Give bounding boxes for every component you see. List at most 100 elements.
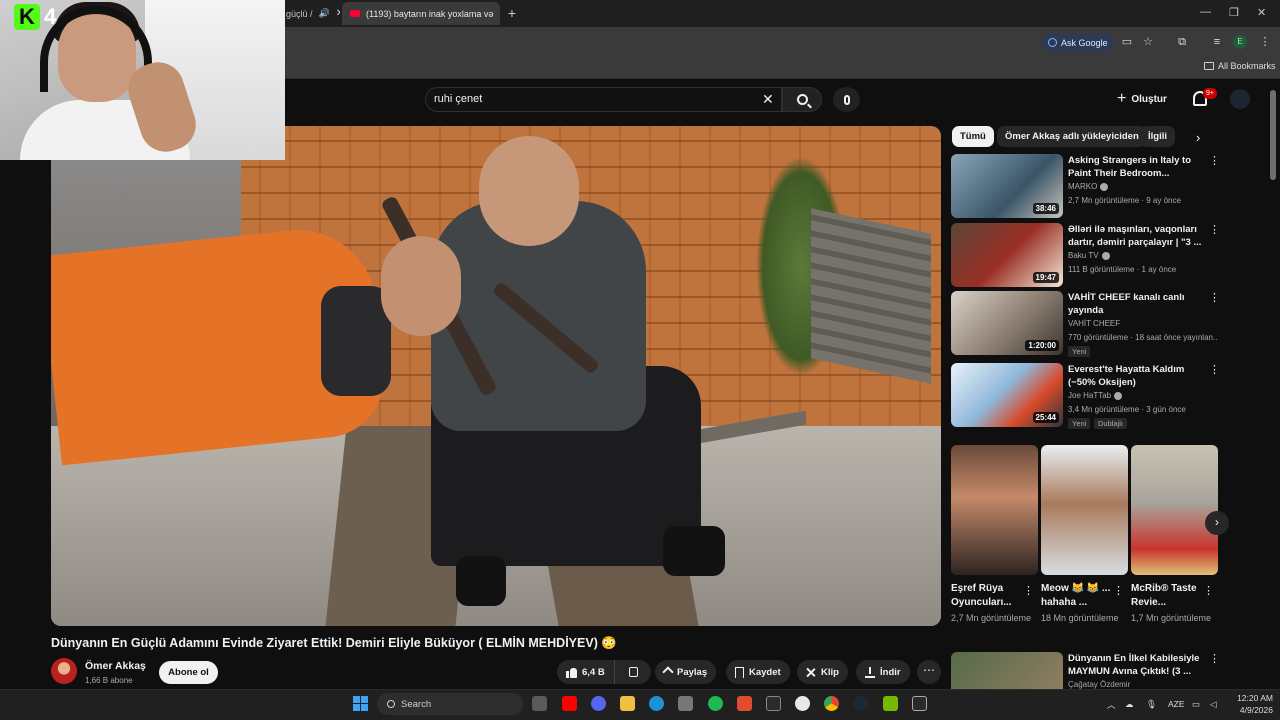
short-title[interactable]: Eşref Rüya Oyuncuları... [951, 582, 1023, 610]
short-thumbnail[interactable] [1041, 445, 1128, 575]
chip-from-uploader[interactable]: Ömer Akkaş adlı yükleyiciden [997, 126, 1147, 147]
taskbar-search[interactable]: Search [377, 693, 523, 715]
reading-list-icon[interactable]: ≡ [1211, 36, 1223, 48]
short-title[interactable]: McRib® Taste Revie... [1131, 582, 1203, 610]
close-window-icon[interactable]: ✕ [1257, 6, 1266, 19]
more-options-icon[interactable]: ⋮ [1209, 225, 1220, 236]
spotify-icon[interactable] [708, 696, 723, 711]
epic-games-icon[interactable] [912, 696, 927, 711]
recommendation-title[interactable]: Dünyanın En İlkel Kabilesiyle MAYMUN Avı… [1068, 652, 1208, 678]
recommendation-channel[interactable]: MARKO [1068, 182, 1109, 191]
channel-label: VAHİT CHEEF [1068, 319, 1121, 328]
video-thumbnail[interactable]: 25:44 [951, 363, 1063, 427]
more-options-icon[interactable]: ⋮ [1023, 584, 1034, 597]
recommendation-channel[interactable]: Çağatay Özdemir [1068, 680, 1130, 689]
channel-name[interactable]: Ömer Akkaş [85, 660, 146, 672]
channel-avatar[interactable] [51, 658, 77, 684]
browser-tab-1[interactable]: güçlü / 🔊 ✕ [278, 2, 340, 25]
subscribe-button[interactable]: Abone ol [159, 661, 218, 684]
short-title[interactable]: Meow 😹 😹 ... hahaha ... [1041, 582, 1113, 610]
video-player[interactable] [51, 126, 941, 626]
bookmark-star-icon[interactable]: ☆ [1142, 36, 1154, 48]
google-lens-icon [1048, 38, 1057, 47]
nvidia-icon[interactable] [883, 696, 898, 711]
recommendation-title[interactable]: VAHİT CHEEF kanalı canlı yayında [1068, 291, 1208, 317]
more-options-icon[interactable]: ⋮ [1209, 654, 1220, 665]
all-bookmarks-button[interactable]: All Bookmarks [1204, 61, 1276, 71]
tray-chevron-icon[interactable]: ︿ [1107, 699, 1116, 711]
search-button[interactable] [782, 87, 822, 112]
short-thumbnail[interactable] [1131, 445, 1218, 575]
app-icon-w[interactable] [737, 696, 752, 711]
chevron-right-icon[interactable]: › [1196, 131, 1200, 144]
chrome-icon[interactable] [824, 696, 839, 711]
recommendation-item[interactable]: 38:46 Asking Strangers in Italy to Paint… [951, 154, 1223, 218]
steam-icon[interactable] [853, 696, 868, 711]
download-button[interactable]: İndir [856, 660, 910, 684]
edge-browser-icon[interactable] [649, 696, 664, 711]
more-options-icon[interactable]: ⋮ [1203, 584, 1214, 597]
clip-button[interactable]: Klip [797, 660, 848, 684]
taskbar-clock[interactable]: 12:20 AM 4/9/2026 [1229, 692, 1273, 716]
recommendation-title[interactable]: Asking Strangers in Italy to Paint Their… [1068, 154, 1208, 180]
microphone-tray-icon[interactable]: 🎙 [1146, 699, 1157, 710]
clear-search-icon[interactable]: ✕ [762, 90, 774, 108]
recommendation-item[interactable]: 1:20:00 VAHİT CHEEF kanalı canlı yayında… [951, 291, 1223, 357]
browser-tab-2[interactable]: (1193) baytarın inak yoxlama və ✕ [342, 2, 500, 25]
chip-all[interactable]: Tümü [952, 126, 994, 147]
app-icon-dark[interactable] [766, 696, 781, 711]
recommendation-item[interactable]: 19:47 Əlləri ilə maşınları, vaqonları da… [951, 223, 1223, 287]
like-button[interactable]: 6,4 B [557, 660, 615, 684]
save-button[interactable]: Kaydet [726, 660, 790, 684]
close-tab-icon[interactable]: ✕ [336, 8, 340, 19]
video-thumbnail[interactable]: 19:47 [951, 223, 1063, 287]
task-view-icon[interactable] [532, 696, 547, 711]
more-options-icon[interactable]: ⋮ [1113, 584, 1124, 597]
restore-icon[interactable]: ❐ [1229, 6, 1239, 19]
store-icon[interactable] [678, 696, 693, 711]
more-actions-button[interactable]: ⋯ [917, 660, 941, 684]
short-item[interactable]: McRib® Taste Revie... 1,7 Mn görüntüleme… [1131, 445, 1218, 625]
share-button[interactable]: Paylaş [655, 660, 717, 684]
chevron-right-icon[interactable]: › [1205, 511, 1229, 535]
cast-icon[interactable]: ▭ [1121, 36, 1133, 48]
minimize-icon[interactable]: — [1200, 6, 1211, 18]
recommendation-title[interactable]: Əlləri ilə maşınları, vaqonları dartır, … [1068, 223, 1208, 249]
recommendation-item[interactable]: 25:44 Everest'te Hayatta Kaldım (−50% Ok… [951, 363, 1223, 429]
short-thumbnail[interactable] [951, 445, 1038, 575]
recommendation-channel[interactable]: Baku TV [1068, 251, 1110, 260]
network-icon[interactable]: ▭ [1192, 699, 1200, 710]
recommendation-item[interactable]: Dünyanın En İlkel Kabilesiyle MAYMUN Avı… [951, 652, 1223, 689]
more-options-icon[interactable]: ⋮ [1209, 156, 1220, 167]
video-thumbnail[interactable]: 38:46 [951, 154, 1063, 218]
recommendation-channel[interactable]: VAHİT CHEEF [1068, 319, 1120, 328]
chip-related[interactable]: İlgili [1140, 126, 1175, 147]
new-tab-button[interactable]: + [505, 5, 519, 21]
video-thumbnail[interactable] [951, 652, 1063, 689]
video-thumbnail[interactable]: 1:20:00 [951, 291, 1063, 355]
more-options-icon[interactable]: ⋮ [1209, 293, 1220, 304]
menu-dots-icon[interactable]: ⋮ [1259, 36, 1271, 48]
dislike-button[interactable] [620, 660, 647, 684]
recommendation-title[interactable]: Everest'te Hayatta Kaldım (−50% Oksijen) [1068, 363, 1208, 389]
file-explorer-icon[interactable] [620, 696, 635, 711]
discord-icon[interactable] [591, 696, 606, 711]
close-tab-icon[interactable]: ✕ [499, 8, 500, 19]
page-scrollbar[interactable] [1270, 90, 1276, 180]
more-options-icon[interactable]: ⋮ [1209, 365, 1220, 376]
recommendation-channel[interactable]: Joe HaTTab [1068, 391, 1123, 400]
ask-google-button[interactable]: Ask Google [1042, 34, 1114, 51]
language-indicator[interactable]: AZE [1168, 699, 1185, 709]
create-button[interactable]: + Oluştur [1117, 89, 1167, 109]
obs-icon[interactable] [795, 696, 810, 711]
youtube-app-icon[interactable] [562, 696, 577, 711]
cloud-icon[interactable]: ☁ [1125, 699, 1134, 710]
voice-search-button[interactable] [833, 87, 860, 112]
account-avatar[interactable] [1230, 89, 1250, 109]
profile-avatar[interactable]: E [1233, 35, 1247, 49]
volume-icon[interactable]: ◁ [1210, 699, 1217, 710]
short-item[interactable]: Eşref Rüya Oyuncuları... 2,7 Mn görüntül… [951, 445, 1038, 625]
windows-start-icon[interactable] [353, 696, 368, 711]
short-item[interactable]: Meow 😹 😹 ... hahaha ... 18 Mn görüntülem… [1041, 445, 1128, 625]
extensions-icon[interactable]: ⧉ [1176, 36, 1188, 48]
